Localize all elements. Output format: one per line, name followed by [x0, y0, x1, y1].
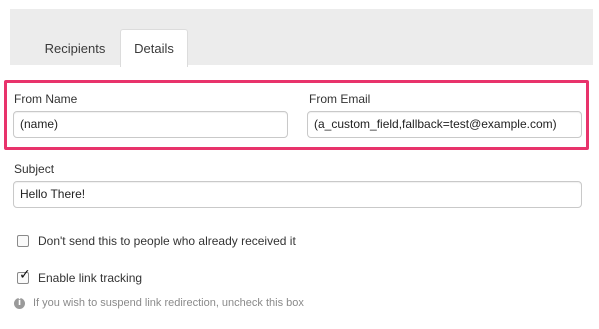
- checkmark-icon: ✓: [19, 267, 31, 283]
- link-tracking-option[interactable]: ✓ Enable link tracking: [17, 268, 143, 285]
- no-resend-option[interactable]: Don't send this to people who already re…: [17, 234, 296, 248]
- tab-details[interactable]: Details: [120, 29, 188, 67]
- from-email-label: From Email: [309, 92, 371, 106]
- link-tracking-hint: i If you wish to suspend link redirectio…: [14, 297, 304, 309]
- link-tracking-label: Enable link tracking: [38, 271, 143, 285]
- from-name-field[interactable]: (name): [13, 111, 288, 138]
- link-tracking-checkbox[interactable]: ✓: [17, 268, 31, 284]
- subject-field[interactable]: Hello There!: [13, 181, 582, 208]
- tab-recipients[interactable]: Recipients: [35, 30, 115, 68]
- no-resend-label: Don't send this to people who already re…: [38, 234, 296, 248]
- subject-label: Subject: [14, 162, 55, 176]
- hint-text: If you wish to suspend link redirection,…: [33, 297, 304, 309]
- from-email-field[interactable]: (a_custom_field,fallback=test@example.co…: [307, 111, 582, 138]
- from-name-label: From Name: [14, 92, 78, 106]
- info-icon: i: [14, 297, 25, 309]
- no-resend-checkbox[interactable]: [17, 235, 29, 247]
